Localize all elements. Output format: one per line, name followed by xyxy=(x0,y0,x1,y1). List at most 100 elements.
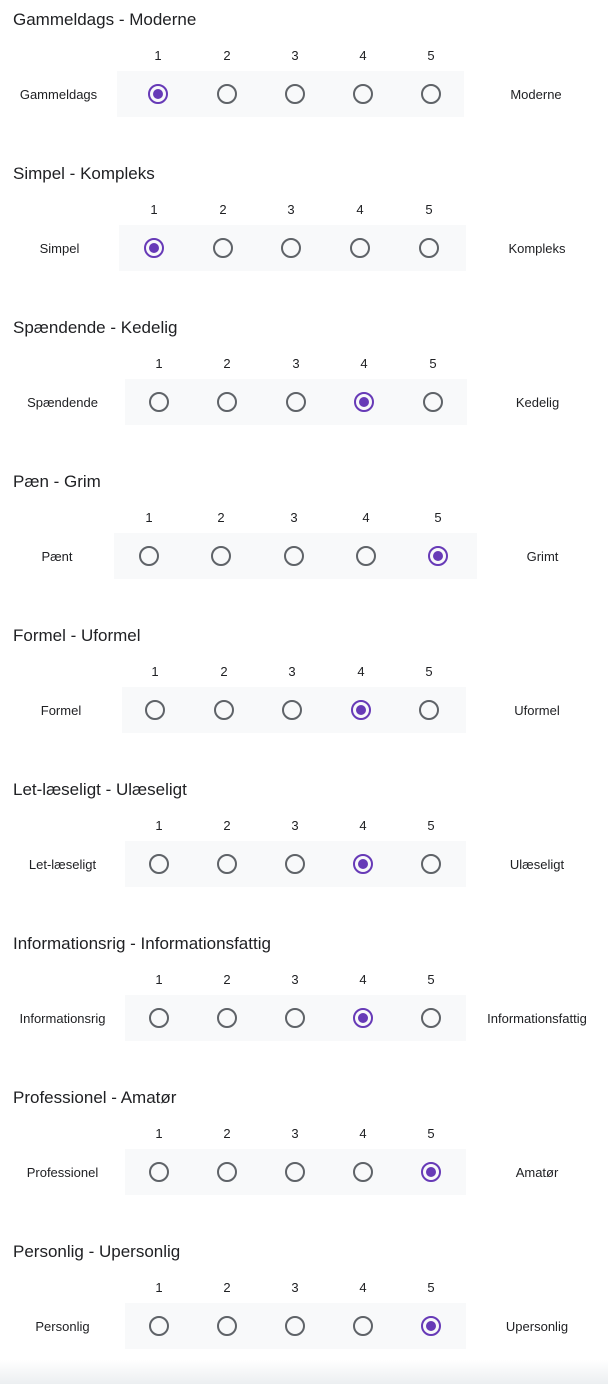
radio-option-2[interactable] xyxy=(217,84,237,104)
scale-low-label-text: Spændende xyxy=(27,394,98,410)
radio-option-1[interactable] xyxy=(149,392,169,412)
radio-option-4[interactable] xyxy=(353,854,373,874)
radio-option-2[interactable] xyxy=(214,700,234,720)
radio-option-3[interactable] xyxy=(284,546,304,566)
scale-number-1: 1 xyxy=(155,1280,163,1295)
radio-option-1[interactable] xyxy=(145,700,165,720)
scale-number-1: 1 xyxy=(155,1126,163,1141)
scale-number-3: 3 xyxy=(291,1280,299,1295)
scale-low-label-text: Professionel xyxy=(26,1164,99,1180)
scale-number-4: 4 xyxy=(359,1280,367,1295)
radio-option-4[interactable] xyxy=(353,1162,373,1182)
radio-option-3[interactable] xyxy=(285,1162,305,1182)
scale-low-label-text: Formel xyxy=(40,702,82,718)
radio-option-5[interactable] xyxy=(421,1316,441,1336)
radio-option-1[interactable] xyxy=(149,1162,169,1182)
scale-low-label-text: Simpel xyxy=(39,240,80,256)
radio-option-2[interactable] xyxy=(217,1162,237,1182)
scale-number-3: 3 xyxy=(290,510,298,525)
radio-option-3[interactable] xyxy=(285,1008,305,1028)
scale-low-label: Spændende xyxy=(0,379,125,425)
scale-low-label: Gammeldags xyxy=(0,71,117,117)
scale-number-2: 2 xyxy=(223,818,231,833)
radio-option-5[interactable] xyxy=(428,546,448,566)
scale-number-2: 2 xyxy=(223,48,231,63)
radio-option-3[interactable] xyxy=(281,238,301,258)
radio-option-4[interactable] xyxy=(353,1316,373,1336)
question-title: Gammeldags - Moderne xyxy=(13,10,197,29)
scale-number-5: 5 xyxy=(429,356,437,371)
scale-high-label-text: Informationsfattig xyxy=(487,1010,587,1026)
scale-number-1: 1 xyxy=(154,48,162,63)
radio-option-1[interactable] xyxy=(148,84,168,104)
radio-option-4[interactable] xyxy=(350,238,370,258)
question-title: Professionel - Amatør xyxy=(13,1088,177,1107)
scale-number-1: 1 xyxy=(150,202,158,217)
scale-number-4: 4 xyxy=(360,356,368,371)
scale-number-4: 4 xyxy=(359,818,367,833)
scale-number-1: 1 xyxy=(151,664,159,679)
radio-option-4[interactable] xyxy=(354,392,374,412)
radio-option-1[interactable] xyxy=(149,1008,169,1028)
scale-number-3: 3 xyxy=(292,356,300,371)
radio-option-1[interactable] xyxy=(144,238,164,258)
scale-high-label-text: Kedelig xyxy=(515,394,560,410)
radio-option-3[interactable] xyxy=(285,1316,305,1336)
scale-high-label: Amatør xyxy=(466,1149,608,1195)
radio-option-5[interactable] xyxy=(419,238,439,258)
radio-option-1[interactable] xyxy=(149,854,169,874)
scale-number-5: 5 xyxy=(427,972,435,987)
radio-option-5[interactable] xyxy=(421,854,441,874)
scale-high-label: Grimt xyxy=(477,533,608,579)
radio-option-5[interactable] xyxy=(421,84,441,104)
question-block: Simpel - Kompleks 1 2 3 4 5 Simpel Kompleks xyxy=(0,154,608,304)
radio-option-3[interactable] xyxy=(286,392,306,412)
scale-number-2: 2 xyxy=(223,972,231,987)
scale-number-1: 1 xyxy=(145,510,153,525)
radio-option-2[interactable] xyxy=(217,1008,237,1028)
scale-number-5: 5 xyxy=(425,664,433,679)
scale-number-3: 3 xyxy=(287,202,295,217)
scale-low-label-text: Pænt xyxy=(41,548,73,564)
scale-number-4: 4 xyxy=(359,1126,367,1141)
scale-number-3: 3 xyxy=(291,818,299,833)
scale-number-5: 5 xyxy=(427,48,435,63)
scale-high-label-text: Amatør xyxy=(515,1164,559,1180)
radio-option-5[interactable] xyxy=(421,1008,441,1028)
radio-option-3[interactable] xyxy=(282,700,302,720)
radio-option-5[interactable] xyxy=(421,1162,441,1182)
question-block: Gammeldags - Moderne 1 2 3 4 5 Gammeldags Moder… xyxy=(0,0,608,150)
radio-option-2[interactable] xyxy=(217,854,237,874)
radio-option-2[interactable] xyxy=(211,546,231,566)
scale-high-label: Kompleks xyxy=(466,225,608,271)
radio-option-3[interactable] xyxy=(285,84,305,104)
question-block: Informationsrig - Informationsfattig 1 2 3 4… xyxy=(0,924,608,1074)
radio-option-4[interactable] xyxy=(356,546,376,566)
radio-option-3[interactable] xyxy=(285,854,305,874)
radio-option-5[interactable] xyxy=(423,392,443,412)
scale-number-5: 5 xyxy=(427,818,435,833)
radio-option-1[interactable] xyxy=(149,1316,169,1336)
scale-low-label: Formel xyxy=(0,687,122,733)
scale-high-label: Upersonlig xyxy=(466,1303,608,1349)
radio-option-2[interactable] xyxy=(213,238,233,258)
scale-number-2: 2 xyxy=(219,202,227,217)
question-title: Personlig - Upersonlig xyxy=(13,1242,181,1261)
radio-option-4[interactable] xyxy=(353,84,373,104)
radio-option-4[interactable] xyxy=(351,700,371,720)
radio-option-2[interactable] xyxy=(217,392,237,412)
scale-high-label-text: Uformel xyxy=(514,702,560,718)
scale-number-3: 3 xyxy=(288,664,296,679)
scale-number-1: 1 xyxy=(155,818,163,833)
radio-option-4[interactable] xyxy=(353,1008,373,1028)
radio-option-5[interactable] xyxy=(419,700,439,720)
question-block: Professionel - Amatør 1 2 3 4 5 Professionel Am… xyxy=(0,1078,608,1228)
scale-low-label: Personlig xyxy=(0,1303,125,1349)
scale-number-2: 2 xyxy=(217,510,225,525)
radio-option-2[interactable] xyxy=(217,1316,237,1336)
scale-high-label-text: Grimt xyxy=(526,548,559,564)
radio-option-1[interactable] xyxy=(139,546,159,566)
scale-number-1: 1 xyxy=(155,972,163,987)
scale-low-label-text: Personlig xyxy=(35,1318,90,1334)
scale-number-4: 4 xyxy=(362,510,370,525)
